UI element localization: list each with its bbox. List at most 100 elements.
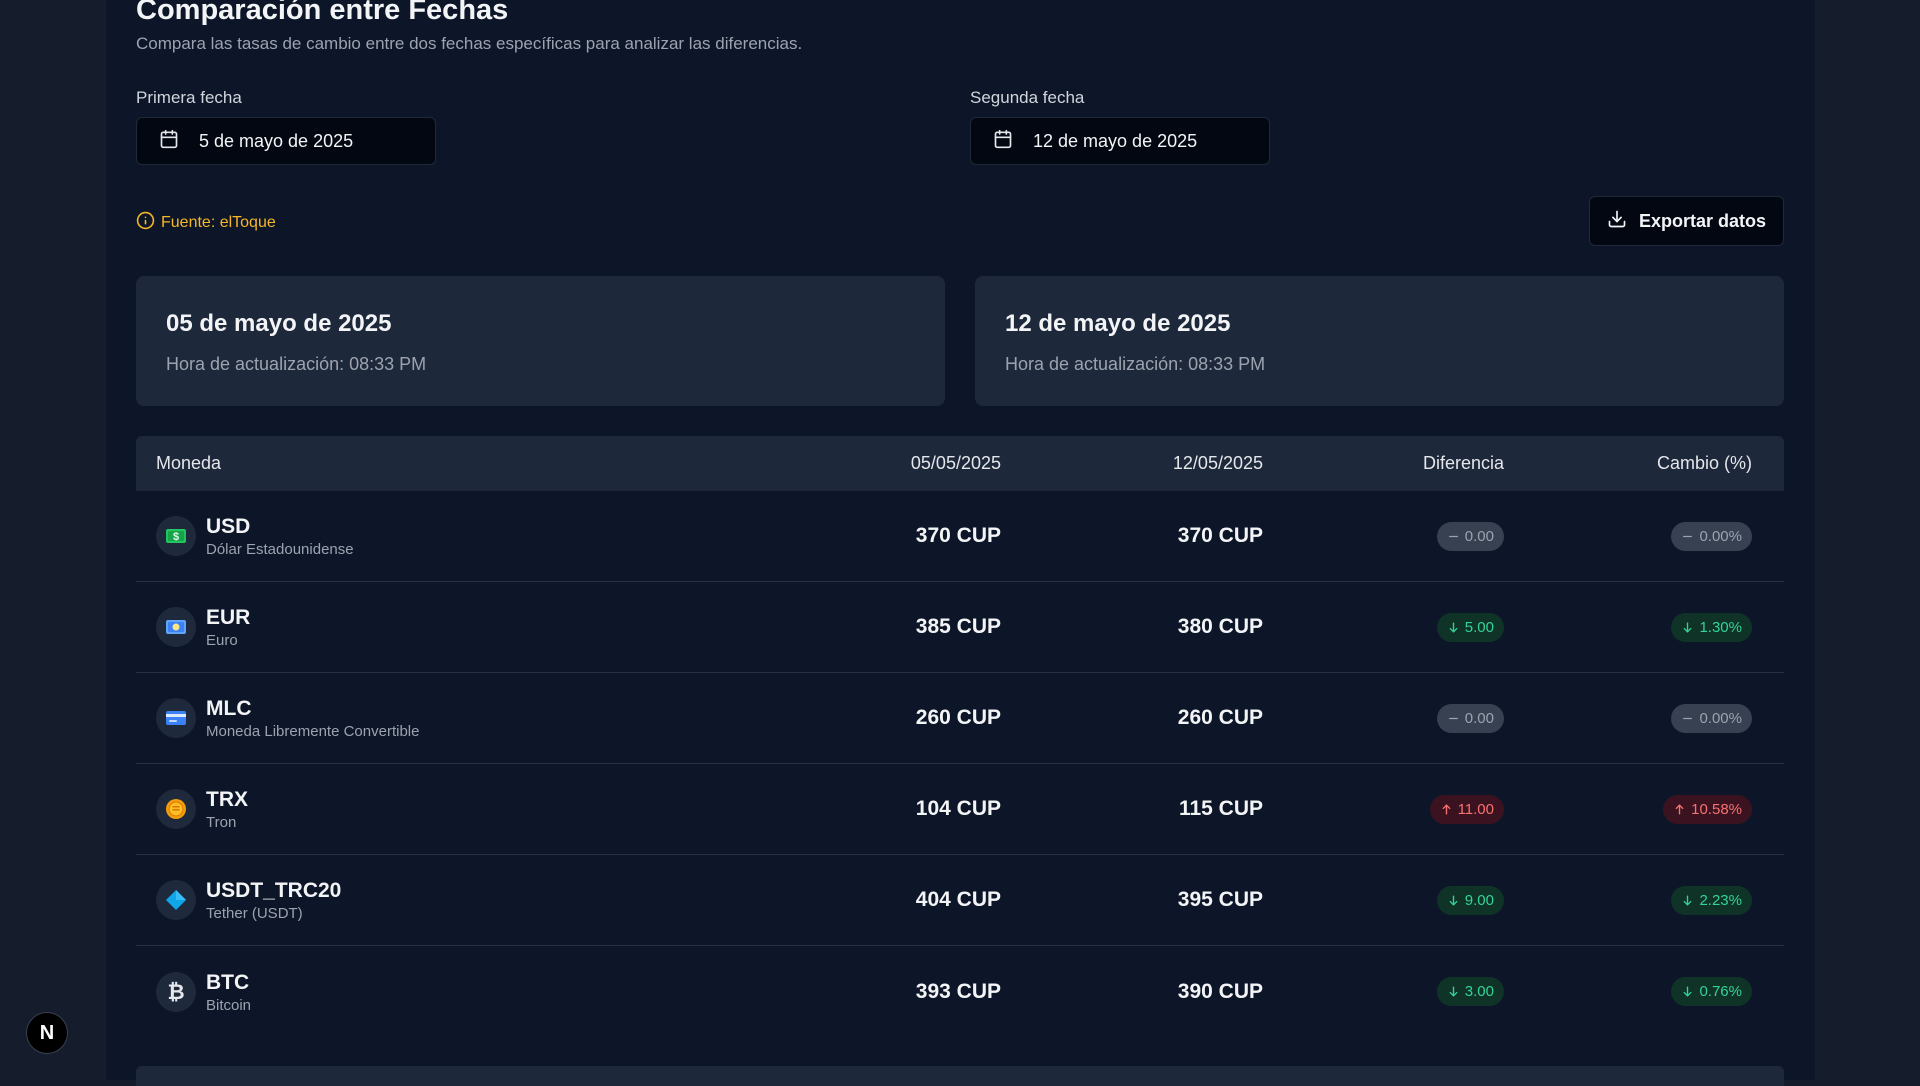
difference-cell: 0.00 [1263, 522, 1504, 551]
change-cell: 0.76% [1504, 977, 1772, 1006]
change-badge: 1.30% [1671, 613, 1752, 642]
table-row: ₿BTCBitcoin393 CUP390 CUP 3.00 0.76% [136, 946, 1784, 1037]
change-value: 0.76% [1699, 983, 1742, 1000]
header-date-2: 12/05/2025 [1001, 453, 1263, 474]
currency-code: USD [206, 514, 354, 540]
export-data-button[interactable]: Exportar datos [1589, 196, 1784, 246]
table-row: $ USDDólar Estadounidense 370 CUP370 CUP 0.… [136, 491, 1784, 582]
difference-cell: 11.00 [1263, 795, 1504, 824]
difference-cell: 0.00 [1263, 704, 1504, 733]
currency-name: Euro [206, 632, 250, 649]
export-label: Exportar datos [1639, 211, 1766, 232]
currency-info: BTCBitcoin [206, 970, 251, 1014]
coin-icon [156, 789, 196, 829]
first-date-picker[interactable]: 5 de mayo de 2025 [136, 117, 436, 165]
currency-info: USDT_TRC20Tether (USDT) [206, 878, 341, 922]
card-date: 05 de mayo de 2025 [166, 310, 915, 338]
arrow-down-icon [1447, 621, 1460, 634]
difference-value: 0.00 [1465, 710, 1494, 727]
minus-icon [1447, 712, 1460, 725]
page-subtitle: Compara las tasas de cambio entre dos fe… [136, 34, 802, 54]
table-row: USDT_TRC20Tether (USDT) 404 CUP395 CUP 9.0… [136, 855, 1784, 946]
dev-indicator-button[interactable]: N [26, 1012, 68, 1054]
change-value: 1.30% [1699, 619, 1742, 636]
comparison-table: Moneda 05/05/2025 12/05/2025 Diferencia … [136, 436, 1784, 1037]
table-header: Moneda 05/05/2025 12/05/2025 Diferencia … [136, 436, 1784, 491]
arrow-up-icon [1673, 803, 1686, 816]
next-section-edge [136, 1066, 1784, 1086]
header-difference: Diferencia [1263, 453, 1504, 474]
download-icon [1607, 209, 1627, 234]
rate-date-2: 380 CUP [1001, 615, 1263, 639]
rate-date-1: 260 CUP [756, 706, 1001, 730]
table-row: TRXTron 104 CUP115 CUP 11.00 10.58% [136, 764, 1784, 855]
difference-value: 3.00 [1465, 983, 1494, 1000]
arrow-down-icon [1681, 985, 1694, 998]
currency-cell: ₿BTCBitcoin [136, 970, 756, 1014]
rate-date-1: 370 CUP [756, 524, 1001, 548]
arrow-down-icon [1447, 894, 1460, 907]
svg-text:$: $ [173, 531, 179, 543]
rate-date-1: 404 CUP [756, 888, 1001, 912]
change-badge: 2.23% [1671, 886, 1752, 915]
change-badge: 0.00% [1671, 704, 1752, 733]
difference-cell: 3.00 [1263, 977, 1504, 1006]
header-currency: Moneda [136, 453, 756, 474]
change-badge: 0.76% [1671, 977, 1752, 1006]
dev-indicator-letter: N [40, 1022, 54, 1045]
currency-code: BTC [206, 970, 251, 996]
rate-date-1: 385 CUP [756, 615, 1001, 639]
difference-value: 9.00 [1465, 892, 1494, 909]
rate-date-2: 370 CUP [1001, 524, 1263, 548]
change-cell: 10.58% [1504, 795, 1772, 824]
difference-cell: 5.00 [1263, 613, 1504, 642]
currency-info: TRXTron [206, 787, 248, 831]
table-body: $ USDDólar Estadounidense 370 CUP370 CUP 0.… [136, 491, 1784, 1037]
arrow-down-icon [1681, 894, 1694, 907]
source-text: Fuente: elToque [161, 214, 276, 232]
currency-name: Tether (USDT) [206, 905, 341, 922]
currency-code: USDT_TRC20 [206, 878, 341, 904]
minus-icon [1681, 530, 1694, 543]
change-value: 0.00% [1699, 710, 1742, 727]
rate-date-2: 395 CUP [1001, 888, 1263, 912]
arrow-down-icon [1447, 985, 1460, 998]
rate-date-1: 104 CUP [756, 797, 1001, 821]
second-date-label: Segunda fecha [970, 88, 1084, 108]
difference-cell: 9.00 [1263, 886, 1504, 915]
currency-cell: USDT_TRC20Tether (USDT) [136, 878, 756, 922]
rate-date-2: 115 CUP [1001, 797, 1263, 821]
rate-date-1: 393 CUP [756, 980, 1001, 1004]
currency-name: Moneda Libremente Convertible [206, 723, 419, 740]
difference-badge: 5.00 [1437, 613, 1504, 642]
change-value: 2.23% [1699, 892, 1742, 909]
currency-info: MLCMoneda Libremente Convertible [206, 696, 419, 740]
card-update-time: Hora de actualización: 08:33 PM [166, 354, 915, 375]
first-date-value: 5 de mayo de 2025 [199, 131, 353, 152]
currency-name: Dólar Estadounidense [206, 541, 354, 558]
second-date-value: 12 de mayo de 2025 [1033, 131, 1197, 152]
first-date-label: Primera fecha [136, 88, 242, 108]
table-row: MLCMoneda Libremente Convertible260 CUP2… [136, 673, 1784, 764]
difference-badge: 11.00 [1430, 795, 1504, 824]
minus-icon [1447, 530, 1460, 543]
difference-value: 11.00 [1458, 801, 1494, 818]
change-value: 10.58% [1691, 801, 1742, 818]
currency-code: EUR [206, 605, 250, 631]
second-date-picker[interactable]: 12 de mayo de 2025 [970, 117, 1270, 165]
arrow-up-icon [1440, 803, 1453, 816]
difference-value: 5.00 [1465, 619, 1494, 636]
currency-cell: TRXTron [136, 787, 756, 831]
difference-badge: 0.00 [1437, 704, 1504, 733]
currency-cell: EUREuro [136, 605, 756, 649]
difference-badge: 0.00 [1437, 522, 1504, 551]
change-cell: 0.00% [1504, 704, 1772, 733]
currency-cell: MLCMoneda Libremente Convertible [136, 696, 756, 740]
calendar-icon [159, 129, 179, 154]
table-row: EUREuro385 CUP380 CUP5.001.30% [136, 582, 1784, 673]
first-date-card: 05 de mayo de 2025 Hora de actualización… [136, 276, 945, 406]
card-date: 12 de mayo de 2025 [1005, 310, 1754, 338]
source-note: Fuente: elToque [136, 211, 276, 235]
difference-badge: 3.00 [1437, 977, 1504, 1006]
rate-date-2: 390 CUP [1001, 980, 1263, 1004]
